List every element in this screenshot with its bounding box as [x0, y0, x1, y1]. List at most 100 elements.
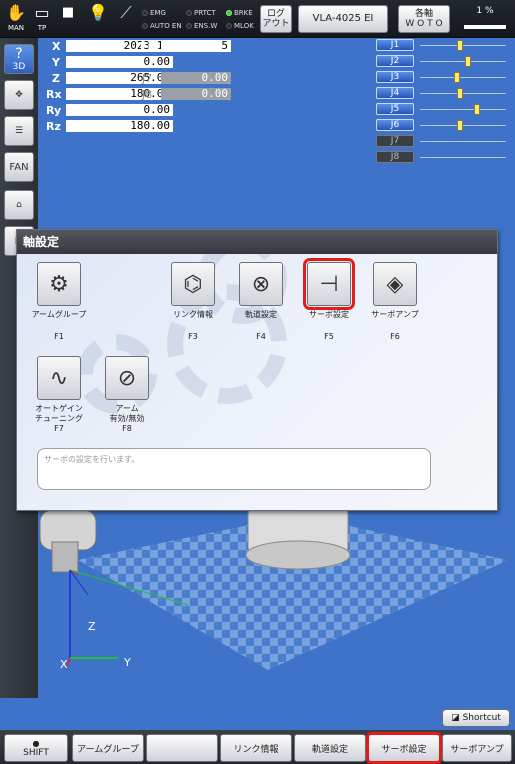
- status-bar: ✋ MAN ▭ TP ■ 💡 ⟋ EMG AUTO EN PRTCT ENS.W B…: [0, 0, 515, 38]
- trajectory-item[interactable]: ⊗ 軌道設定 F4: [229, 262, 293, 341]
- joint-j3-slider[interactable]: [420, 72, 506, 83]
- f3-link-info-button[interactable]: リンク情報: [220, 734, 292, 762]
- dialog-body: ⚙ アームグループ F1 ⌬ リンク情報 F3 ⊗ 軌道設定 F4 ⊣ サーボ設…: [17, 254, 497, 510]
- joint-j1-button[interactable]: J1: [376, 39, 414, 51]
- brake-lamp: [226, 10, 232, 16]
- joint-j3-button[interactable]: J3: [376, 71, 414, 83]
- joint-j6-button[interactable]: J6: [376, 119, 414, 131]
- jog-icon: ✥: [15, 90, 23, 100]
- joint-j6-thumb[interactable]: [457, 120, 463, 131]
- arm-enable-item[interactable]: ⊘ アーム 有効/無効 F8: [95, 356, 159, 433]
- joint-j4-button[interactable]: J4: [376, 87, 414, 99]
- joint-j2-thumb[interactable]: [465, 56, 471, 67]
- prtct-lamp: [186, 10, 192, 16]
- lamp-icon: 💡: [88, 3, 108, 22]
- f4-trajectory-button[interactable]: 軌道設定: [294, 734, 366, 762]
- f1-arm-group-button[interactable]: アームグループ: [72, 734, 144, 762]
- speed-indicator[interactable]: 1 %: [460, 6, 510, 32]
- joint-row-j5: J5: [376, 103, 511, 117]
- speed-value: 1 %: [476, 6, 494, 16]
- joint-row-j1: J1: [376, 39, 511, 53]
- joint-j3-thumb[interactable]: [454, 72, 460, 83]
- joint-row-j4: J4: [376, 87, 511, 101]
- list-icon: ☰: [14, 126, 24, 136]
- fan-button[interactable]: FAN: [4, 152, 34, 182]
- ry-value: 0.00: [66, 104, 173, 116]
- prtct-indicator: PRTCT: [186, 9, 216, 17]
- f5-servo-settings-button[interactable]: サーボ設定: [366, 732, 442, 764]
- view-3d-button[interactable]: ? 3D: [4, 44, 34, 74]
- servo-amp-icon: ◈: [373, 262, 417, 306]
- servo-amp-label: サーボアンプ: [371, 310, 419, 319]
- jog-mode-sub: W O T O: [405, 19, 443, 29]
- dialog-title: 軸設定: [17, 230, 497, 254]
- servo-amp-item[interactable]: ◈ サーボアンプ F6: [363, 262, 427, 341]
- servo-settings-label: サーボ設定: [309, 310, 349, 319]
- jog-button[interactable]: ✥: [4, 80, 34, 110]
- arm-group-icon: ⚙: [37, 262, 81, 306]
- joint-row-j8: J8: [376, 151, 511, 165]
- j8-value: 0.00: [161, 88, 231, 100]
- stop-icon: ■: [61, 5, 75, 20]
- joint-j7-button[interactable]: J7: [376, 135, 414, 147]
- arm-group-item[interactable]: ⚙ アームグループ F1: [27, 262, 91, 341]
- emg-indicator: EMG: [142, 9, 166, 17]
- joint-j8-button[interactable]: J8: [376, 151, 414, 163]
- shortcut-icon: ◪: [451, 713, 460, 723]
- robot-model-button[interactable]: VLA-4025 EI: [298, 5, 388, 33]
- ens-indicator: ENS.W: [186, 22, 217, 30]
- arm-group-label: アームグループ: [31, 310, 87, 319]
- joint-j5-thumb[interactable]: [474, 104, 480, 115]
- link-info-item[interactable]: ⌬ リンク情報 F3: [161, 262, 225, 341]
- link-info-label: リンク情報: [173, 310, 213, 319]
- servo-amp-key: F6: [390, 332, 400, 341]
- ens-lamp: [186, 23, 192, 29]
- joint-j5-button[interactable]: J5: [376, 103, 414, 115]
- joint-row-j6: J6: [376, 119, 511, 133]
- f6-servo-amp-button[interactable]: サーボアンプ: [442, 734, 512, 762]
- trajectory-icon: ⊗: [239, 262, 283, 306]
- tool-icon: ⟋: [120, 3, 132, 22]
- rx-value: 180.00: [66, 88, 173, 100]
- axis-label-z: Z: [88, 620, 96, 633]
- jog-mode-button[interactable]: 各軸 W O T O: [398, 5, 450, 33]
- jog-mode-label: 各軸: [414, 9, 433, 19]
- joint-row-j3: J3: [376, 71, 511, 85]
- list-view-button[interactable]: ☰: [4, 116, 34, 146]
- arm-enable-label: アーム 有効/無効: [109, 404, 145, 423]
- j8-label: J8: [142, 88, 153, 101]
- f2-button[interactable]: [146, 734, 218, 762]
- joint-j5-slider[interactable]: [420, 104, 506, 115]
- servo-settings-key: F5: [324, 332, 334, 341]
- auto-en-indicator: AUTO EN: [142, 22, 182, 30]
- joint-j1-thumb[interactable]: [457, 40, 463, 51]
- axis-label-y: Y: [123, 656, 131, 669]
- shift-button[interactable]: ● SHIFT: [4, 734, 68, 762]
- auto-gain-key: F7: [54, 424, 64, 433]
- joint-j2-slider[interactable]: [420, 56, 506, 67]
- joint-j4-slider[interactable]: [420, 88, 506, 99]
- joint-j4-thumb[interactable]: [457, 88, 463, 99]
- joint-j7-slider: [420, 141, 506, 142]
- function-key-bar: ● SHIFT アームグループ リンク情報 軌道設定 サーボ設定 サーボアンプ: [0, 730, 515, 764]
- z-value: 265.04: [66, 72, 173, 84]
- home-button[interactable]: ⌂: [4, 190, 34, 220]
- auto-gain-item[interactable]: ∿ オートゲイン チューニング F7: [27, 356, 91, 433]
- trajectory-label: 軌道設定: [245, 310, 277, 319]
- logout-button[interactable]: ログ アウト: [260, 5, 292, 33]
- servo-settings-item[interactable]: ⊣ サーボ設定 F5: [297, 258, 361, 341]
- description-box: サーボの設定を行います。: [37, 448, 431, 490]
- servo-settings-icon: ⊣: [303, 258, 355, 310]
- shortcut-button[interactable]: ◪ Shortcut: [442, 709, 510, 727]
- joint-j6-slider[interactable]: [420, 120, 506, 131]
- manual-mode-icon: ✋ MAN: [6, 3, 26, 32]
- fig-value: 5: [161, 40, 231, 52]
- fig-label: Fig: [140, 40, 160, 53]
- arm-group-key: F1: [54, 332, 64, 341]
- speed-bar: [464, 25, 506, 29]
- joint-j2-button[interactable]: J2: [376, 55, 414, 67]
- link-info-icon: ⌬: [171, 262, 215, 306]
- shift-dot-icon: ●: [32, 738, 40, 748]
- joint-j8-slider: [420, 157, 506, 158]
- joint-j1-slider[interactable]: [420, 40, 506, 51]
